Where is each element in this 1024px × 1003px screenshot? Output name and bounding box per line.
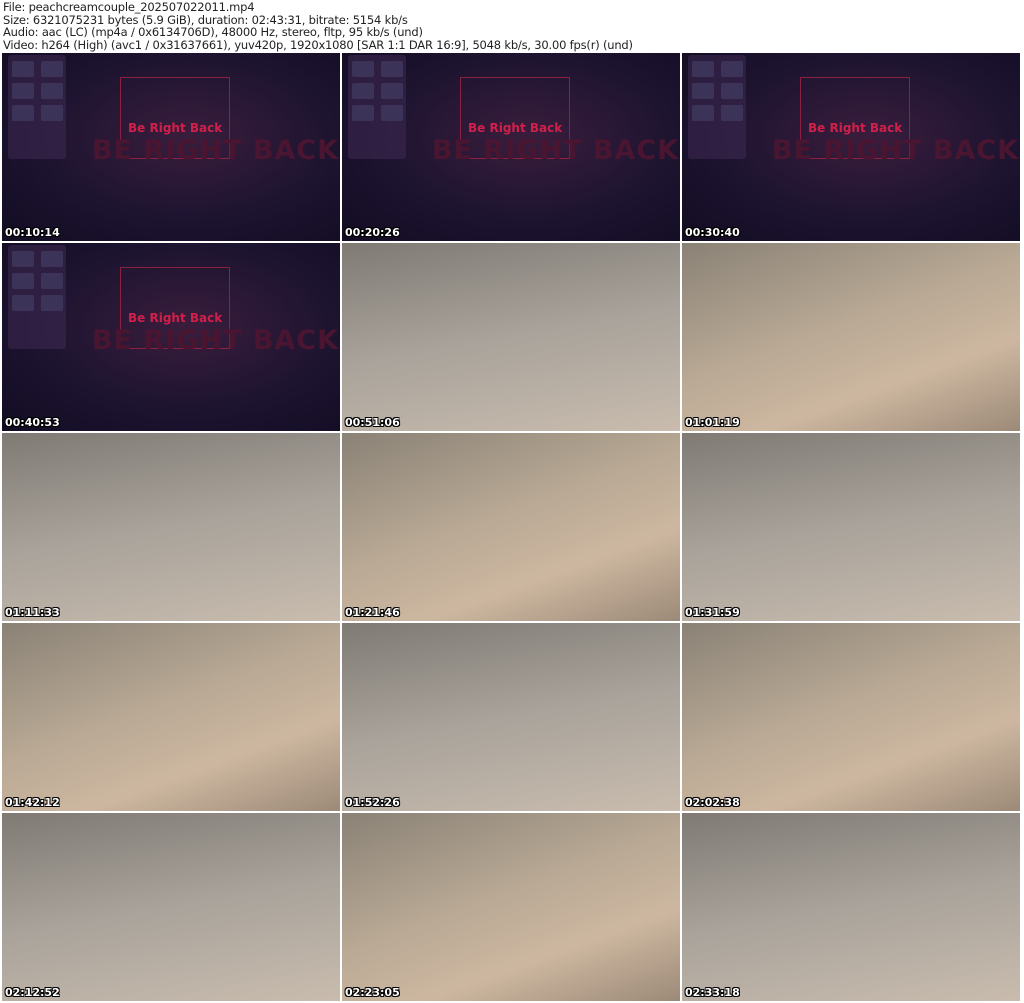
- video-thumbnail: BE RIGHT BACK Be Right Back 00:20:26: [342, 53, 680, 241]
- brb-title: Be Right Back: [468, 121, 563, 135]
- thumbnail-grid: BE RIGHT BACK Be Right Back 00:10:14 BE RIG…: [2, 53, 1020, 1001]
- thumbnail-timestamp: 02:23:05: [345, 986, 400, 999]
- video-thumbnail: 01:21:46: [342, 433, 680, 621]
- video-thumbnail: 00:51:06: [342, 243, 680, 431]
- video-thumbnail: BE RIGHT BACK Be Right Back 00:10:14: [2, 53, 340, 241]
- thumbnail-timestamp: 01:11:33: [5, 606, 60, 619]
- thumbnail-timestamp: 01:52:26: [345, 796, 400, 809]
- tip-menu-panel: [8, 55, 66, 159]
- video-thumbnail: 01:31:59: [682, 433, 1020, 621]
- thumbnail-timestamp: 00:51:06: [345, 416, 400, 429]
- brb-title-large: BE RIGHT BACK: [92, 135, 340, 166]
- thumbnail-timestamp: 00:20:26: [345, 226, 400, 239]
- brb-title: Be Right Back: [128, 311, 223, 325]
- video-thumbnail: 02:02:38: [682, 623, 1020, 811]
- video-info: Video: h264 (High) (avc1 / 0x31637661), …: [3, 37, 633, 52]
- thumbnail-timestamp: 01:42:12: [5, 796, 60, 809]
- video-thumbnail: 01:01:19: [682, 243, 1020, 431]
- video-thumbnail: 02:12:52: [2, 813, 340, 1001]
- brb-title-large: BE RIGHT BACK: [772, 135, 1020, 166]
- brb-title-large: BE RIGHT BACK: [432, 135, 680, 166]
- thumbnail-timestamp: 00:40:53: [5, 416, 60, 429]
- video-thumbnail: BE RIGHT BACK Be Right Back 00:40:53: [2, 243, 340, 431]
- file-info-header: File: peachcreamcouple_202507022011.mp4 …: [3, 1, 633, 51]
- video-thumbnail: 01:42:12: [2, 623, 340, 811]
- thumbnail-timestamp: 02:12:52: [5, 986, 60, 999]
- thumbnail-timestamp: 00:30:40: [685, 226, 740, 239]
- tip-menu-panel: [348, 55, 406, 159]
- video-thumbnail: 02:33:18: [682, 813, 1020, 1001]
- video-thumbnail: 02:23:05: [342, 813, 680, 1001]
- thumbnail-timestamp: 01:01:19: [685, 416, 740, 429]
- audio-info: Audio: aac (LC) (mp4a / 0x6134706D), 480…: [3, 25, 423, 40]
- brb-title: Be Right Back: [128, 121, 223, 135]
- thumbnail-timestamp: 02:33:18: [685, 986, 740, 999]
- brb-title-large: BE RIGHT BACK: [92, 325, 340, 356]
- file-name: File: peachcreamcouple_202507022011.mp4: [3, 0, 255, 14]
- thumbnail-timestamp: 02:02:38: [685, 796, 740, 809]
- video-thumbnail: 01:52:26: [342, 623, 680, 811]
- video-thumbnail: BE RIGHT BACK Be Right Back 00:30:40: [682, 53, 1020, 241]
- video-thumbnail: 01:11:33: [2, 433, 340, 621]
- thumbnail-timestamp: 01:31:59: [685, 606, 740, 619]
- brb-title: Be Right Back: [808, 121, 903, 135]
- thumbnail-timestamp: 01:21:46: [345, 606, 400, 619]
- tip-menu-panel: [688, 55, 746, 159]
- tip-menu-panel: [8, 245, 66, 349]
- thumbnail-timestamp: 00:10:14: [5, 226, 60, 239]
